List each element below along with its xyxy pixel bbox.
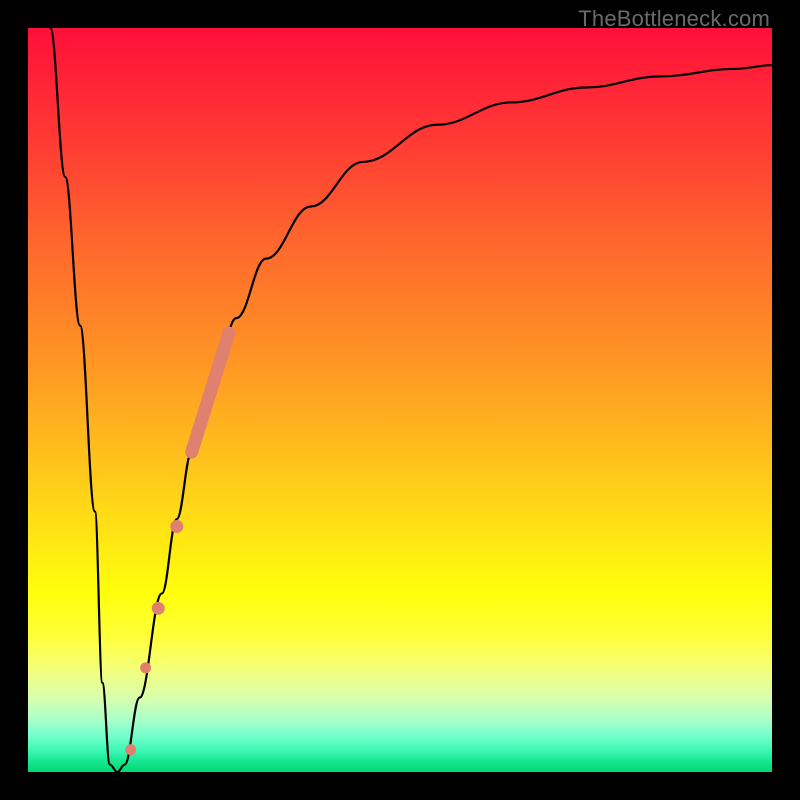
plot-area <box>28 28 772 772</box>
highlight-dot <box>125 744 136 755</box>
chart-frame: TheBottleneck.com <box>0 0 800 800</box>
highlight-segment-line <box>192 333 229 452</box>
watermark-text: TheBottleneck.com <box>578 6 770 32</box>
highlight-dot <box>152 602 165 615</box>
highlight-dot <box>170 520 183 533</box>
bottleneck-curve-path <box>50 28 772 772</box>
highlight-segment <box>192 333 229 452</box>
curve-layer <box>28 28 772 772</box>
bottleneck-curve <box>50 28 772 772</box>
highlight-dot <box>140 662 151 673</box>
